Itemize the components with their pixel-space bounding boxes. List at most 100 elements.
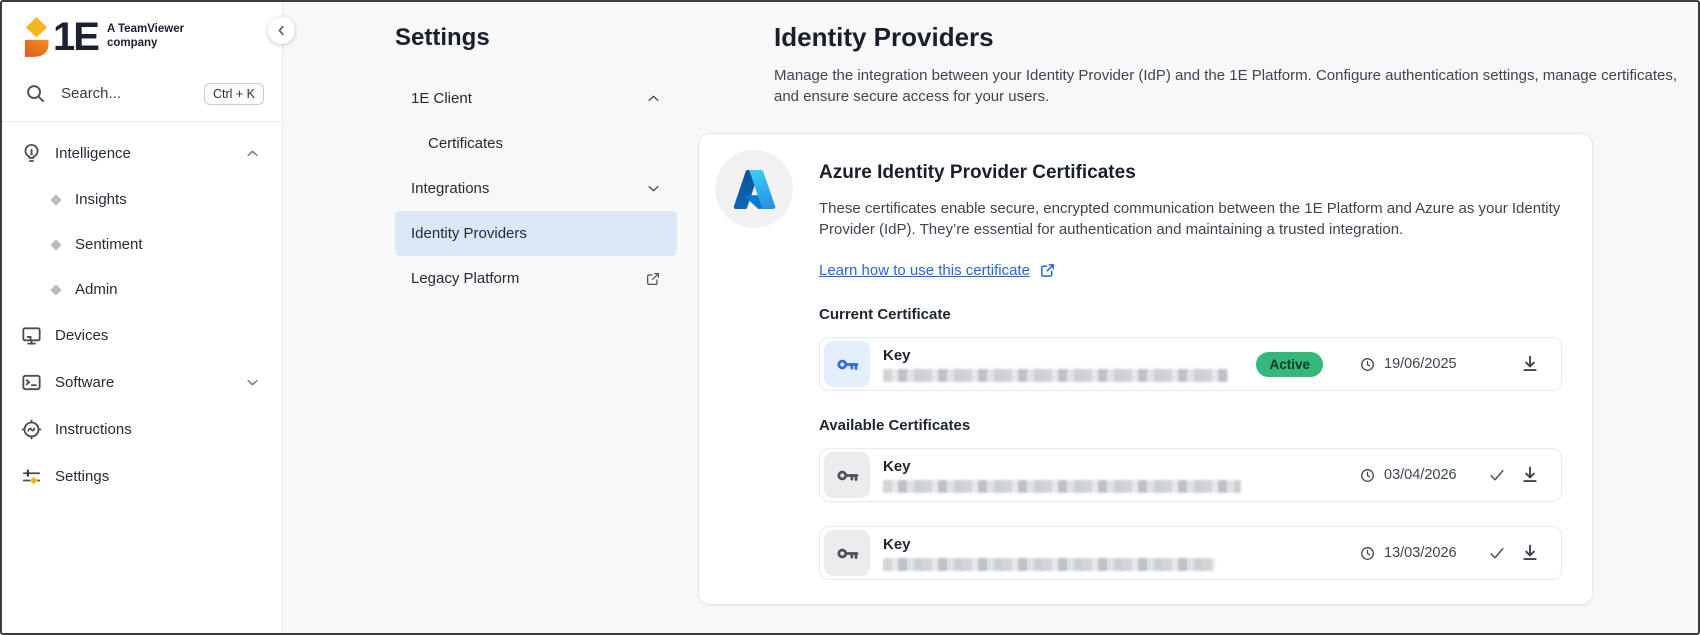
sidebar-subitem-label: Insights	[75, 191, 127, 208]
clock-icon	[1359, 356, 1376, 373]
tree-item-label: 1E Client	[411, 90, 472, 107]
settings-tree: 1E Client Certificates Integrations Iden…	[395, 76, 677, 301]
lightbulb-icon	[20, 142, 43, 165]
certificate-info: Key	[883, 458, 1241, 493]
certificate-meta: 03/04/2026	[1359, 464, 1541, 486]
key-icon	[824, 530, 870, 576]
download-icon	[1519, 464, 1541, 486]
certificate-row-available-1: Key 03/04/2026	[819, 448, 1562, 502]
download-button[interactable]	[1519, 353, 1541, 375]
card-body: Azure Identity Provider Certificates The…	[819, 150, 1576, 580]
current-certificate-heading: Current Certificate	[819, 306, 1562, 323]
azure-logo-icon	[732, 167, 777, 212]
settings-panel: Settings 1E Client Certificates Integrat…	[283, 2, 698, 633]
download-button[interactable]	[1519, 542, 1541, 564]
masked-key-value	[883, 369, 1228, 382]
certificate-meta: Active 19/06/2025	[1256, 352, 1541, 377]
certificate-row-current: Key Active 19/06/2025	[819, 337, 1562, 391]
provider-avatar	[715, 150, 793, 228]
sidebar-nav: Intelligence Insights Sentiment Admin	[2, 122, 282, 500]
clock-icon	[1359, 467, 1376, 484]
diamond-bullet-icon	[50, 284, 61, 295]
sidebar-item-sentiment[interactable]: Sentiment	[2, 222, 282, 267]
app-window: 1E A TeamViewer company Search... Ctrl +…	[0, 0, 1700, 635]
key-icon	[824, 452, 870, 498]
certificate-row-available-2: Key 13/03/2026	[819, 526, 1562, 580]
logo-row: 1E A TeamViewer company	[2, 2, 282, 68]
terminal-icon	[20, 371, 43, 394]
chevron-up-icon	[646, 91, 661, 106]
page-header: Identity Providers Manage the integratio…	[698, 22, 1698, 107]
page-description: Manage the integration between your Iden…	[774, 65, 1698, 107]
sidebar-item-label: Software	[55, 374, 114, 391]
tree-item-label: Certificates	[428, 135, 503, 152]
sidebar-item-label: Intelligence	[55, 145, 131, 162]
settings-panel-title: Settings	[395, 24, 698, 52]
certificate-info: Key	[883, 536, 1215, 571]
1e-logo-icon	[22, 16, 51, 58]
sidebar-item-settings[interactable]: Settings	[2, 453, 282, 500]
sidebar-subitem-label: Sentiment	[75, 236, 143, 253]
certificate-info: Key	[883, 347, 1228, 382]
sidebar-item-label: Devices	[55, 327, 108, 344]
learn-certificate-link[interactable]: Learn how to use this certificate	[819, 262, 1056, 279]
download-icon	[1519, 542, 1541, 564]
sidebar-item-insights[interactable]: Insights	[2, 177, 282, 222]
compass-icon	[20, 418, 43, 441]
masked-key-value	[883, 480, 1241, 493]
sidebar-item-admin[interactable]: Admin	[2, 267, 282, 312]
tree-item-certificates[interactable]: Certificates	[395, 121, 677, 166]
sidebar-item-instructions[interactable]: Instructions	[2, 406, 282, 453]
chevron-up-icon	[245, 146, 260, 161]
main-content: Identity Providers Manage the integratio…	[698, 2, 1698, 633]
certificate-label: Key	[883, 347, 1228, 364]
external-link-icon	[1039, 262, 1056, 279]
sidebar-collapse-button[interactable]	[268, 17, 295, 44]
sidebar: 1E A TeamViewer company Search... Ctrl +…	[2, 2, 283, 633]
expiry-date: 13/03/2026	[1359, 545, 1475, 562]
tree-item-label: Integrations	[411, 180, 489, 197]
tree-item-label: Legacy Platform	[411, 270, 519, 287]
tree-item-identity-providers[interactable]: Identity Providers	[395, 211, 677, 256]
sidebar-item-software[interactable]: Software	[2, 359, 282, 406]
chevron-down-icon	[646, 181, 661, 196]
search-bar[interactable]: Search... Ctrl + K	[2, 68, 282, 122]
tree-item-integrations[interactable]: Integrations	[395, 166, 677, 211]
expiry-date-text: 19/06/2025	[1384, 356, 1457, 372]
available-certificates-heading: Available Certificates	[819, 417, 1562, 434]
logo-wordmark: 1E	[53, 17, 98, 57]
tree-item-label: Identity Providers	[411, 225, 527, 242]
sidebar-item-devices[interactable]: Devices	[2, 312, 282, 359]
masked-key-value	[883, 558, 1215, 571]
expiry-date-text: 03/04/2026	[1384, 467, 1457, 483]
download-button[interactable]	[1519, 464, 1541, 486]
page-title: Identity Providers	[774, 22, 1698, 53]
sidebar-item-intelligence[interactable]: Intelligence	[2, 130, 282, 177]
card-description: These certificates enable secure, encryp…	[819, 198, 1562, 240]
sidebar-item-label: Instructions	[55, 421, 132, 438]
clock-icon	[1359, 545, 1376, 562]
expiry-date-text: 13/03/2026	[1384, 545, 1457, 561]
tagline-line1: A TeamViewer	[107, 23, 184, 37]
check-icon	[1487, 465, 1507, 485]
diamond-bullet-icon	[50, 194, 61, 205]
certificate-label: Key	[883, 458, 1241, 475]
key-icon	[824, 341, 870, 387]
monitor-icon	[20, 324, 43, 347]
diamond-bullet-icon	[50, 239, 61, 250]
download-icon	[1519, 353, 1541, 375]
status-badge: Active	[1256, 352, 1323, 377]
tree-item-1e-client[interactable]: 1E Client	[395, 76, 677, 121]
sidebar-item-label: Settings	[55, 468, 109, 485]
external-link-icon	[645, 271, 661, 287]
search-placeholder: Search...	[61, 85, 121, 102]
select-certificate-button[interactable]	[1475, 543, 1519, 563]
expiry-date: 19/06/2025	[1359, 356, 1475, 373]
search-icon	[24, 82, 47, 105]
chevron-left-icon	[275, 24, 288, 37]
tagline-line2: company	[107, 37, 184, 51]
tree-item-legacy-platform[interactable]: Legacy Platform	[395, 256, 677, 301]
select-certificate-button[interactable]	[1475, 465, 1519, 485]
certificate-meta: 13/03/2026	[1359, 542, 1541, 564]
link-label: Learn how to use this certificate	[819, 262, 1030, 279]
